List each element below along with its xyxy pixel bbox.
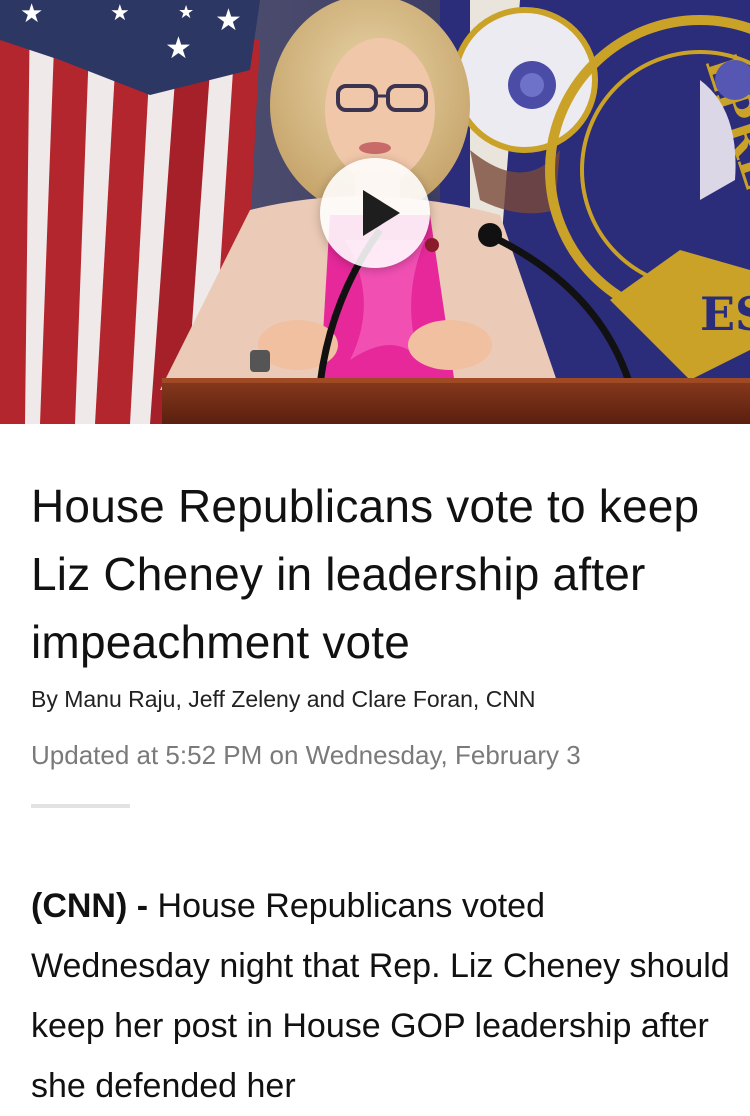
podium [162, 378, 750, 424]
article-timestamp: Updated at 5:52 PM on Wednesday, Februar… [31, 740, 581, 770]
video-thumbnail[interactable]: ★ ★ ★ ★ ★ EPRESEN ES [0, 0, 750, 424]
article-body: (CNN) - House Republicans voted Wednesda… [31, 876, 731, 1116]
svg-text:★: ★ [20, 0, 43, 29]
svg-text:★: ★ [178, 2, 194, 23]
article-byline: By Manu Raju, Jeff Zeleny and Clare Fora… [31, 686, 536, 712]
play-button[interactable] [320, 158, 430, 268]
section-divider [31, 804, 130, 808]
article-dateline: (CNN) - [31, 887, 149, 925]
svg-text:★: ★ [165, 31, 192, 66]
svg-text:ES: ES [700, 287, 750, 341]
svg-text:★: ★ [110, 1, 130, 26]
play-icon [363, 190, 400, 236]
article-headline: House Republicans vote to keep Liz Chene… [31, 480, 700, 668]
svg-text:★: ★ [215, 3, 242, 38]
